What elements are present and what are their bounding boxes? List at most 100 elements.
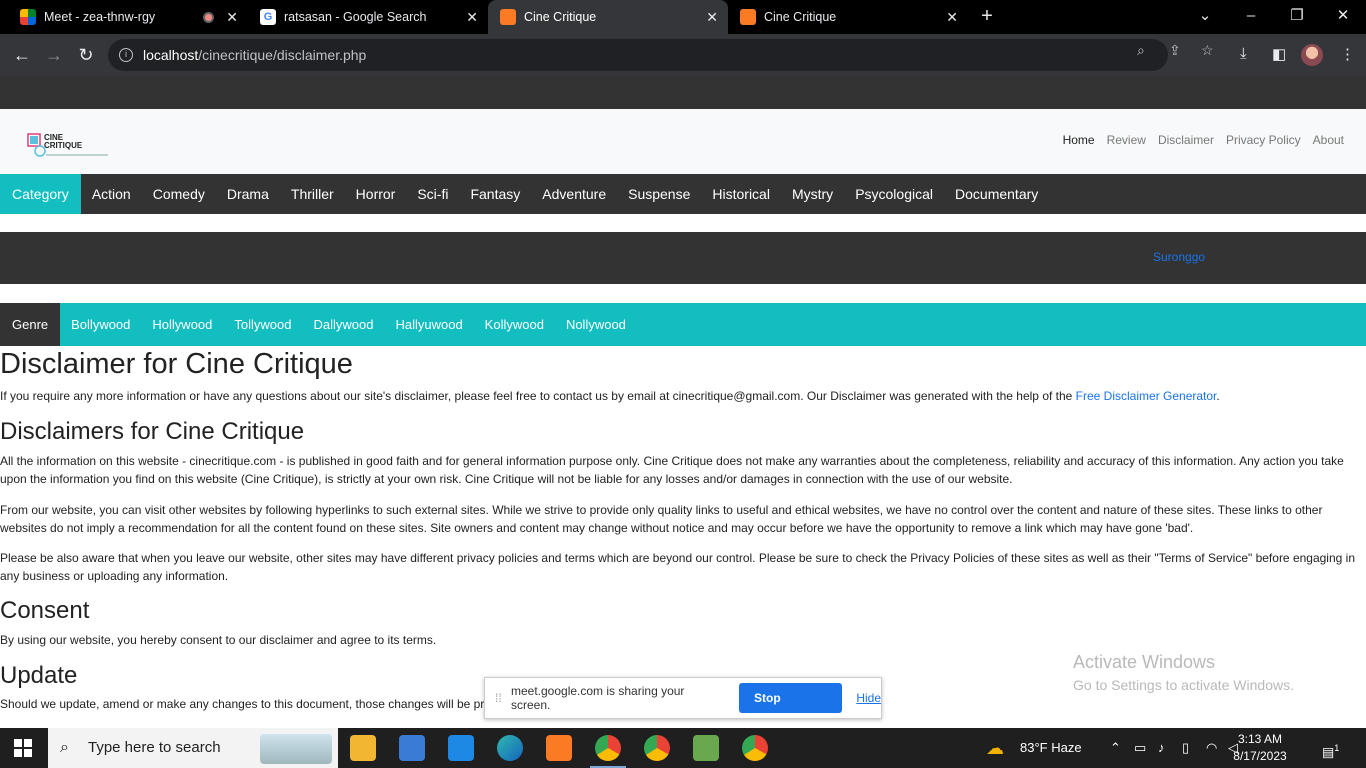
microphone-icon[interactable]: ♪ bbox=[1158, 728, 1165, 768]
file-explorer-icon[interactable] bbox=[350, 735, 376, 761]
category-horror[interactable]: Horror bbox=[345, 174, 407, 214]
tab-title: ratsasan - Google Search bbox=[284, 10, 427, 24]
clock[interactable]: 3:13 AM 8/17/2023 bbox=[1224, 731, 1296, 765]
category-suspense[interactable]: Suspense bbox=[617, 174, 701, 214]
category-scifi[interactable]: Sci-fi bbox=[406, 174, 459, 214]
nav-about[interactable]: About bbox=[1313, 133, 1344, 147]
nav-privacy-policy[interactable]: Privacy Policy bbox=[1226, 133, 1301, 147]
tab-meet[interactable]: Meet - zea-thnw-rgy ✕ bbox=[8, 0, 248, 34]
tab-cine-critique[interactable]: Cine Critique ✕ bbox=[728, 0, 968, 34]
genre-hallyuwood[interactable]: Hallyuwood bbox=[384, 303, 473, 346]
drag-handle-icon[interactable]: ⁞⁞ bbox=[495, 691, 505, 705]
genre-tollywood[interactable]: Tollywood bbox=[223, 303, 302, 346]
show-hidden-icons-icon[interactable]: ⌃ bbox=[1110, 728, 1121, 768]
genre-bollywood[interactable]: Bollywood bbox=[60, 303, 141, 346]
chrome-profile-icon[interactable] bbox=[644, 735, 670, 761]
close-tab-icon[interactable]: ✕ bbox=[706, 9, 718, 26]
bookmark-star-icon[interactable]: ☆ bbox=[1201, 42, 1214, 59]
tab-cine-critique-active[interactable]: Cine Critique ✕ bbox=[488, 0, 728, 34]
category-psycological[interactable]: Psycological bbox=[844, 174, 944, 214]
category-thriller[interactable]: Thriller bbox=[280, 174, 345, 214]
paragraph-consent: By using our website, you hereby consent… bbox=[0, 633, 437, 647]
category-historical[interactable]: Historical bbox=[701, 174, 781, 214]
genre-dallywood[interactable]: Dallywood bbox=[302, 303, 384, 346]
free-disclaimer-generator-link[interactable]: Free Disclaimer Generator bbox=[1076, 389, 1217, 403]
category-mystry[interactable]: Mystry bbox=[781, 174, 844, 214]
browser-toolbar: ← → ↻ i localhost/cinecritique/disclaime… bbox=[0, 34, 1366, 76]
side-panel-icon[interactable]: ◧ bbox=[1272, 45, 1286, 63]
address-bar[interactable]: i localhost/cinecritique/disclaimer.php bbox=[108, 39, 1168, 71]
windows-start-icon[interactable] bbox=[14, 739, 32, 757]
xampp-taskbar-icon[interactable] bbox=[546, 735, 572, 761]
mail-icon[interactable] bbox=[448, 735, 474, 761]
band-link[interactable]: Suronggo bbox=[1153, 250, 1205, 264]
weather-text[interactable]: 83°F Haze bbox=[1020, 728, 1082, 768]
share-icon[interactable]: ⇪ bbox=[1169, 42, 1181, 59]
category-adventure[interactable]: Adventure bbox=[531, 174, 617, 214]
genre-hollywood[interactable]: Hollywood bbox=[141, 303, 223, 346]
chrome-icon[interactable] bbox=[595, 735, 621, 761]
download-icon[interactable]: ⤓ bbox=[1240, 45, 1247, 62]
tab-google-search[interactable]: G ratsasan - Google Search ✕ bbox=[248, 0, 488, 34]
back-icon[interactable]: ← bbox=[9, 42, 35, 68]
spreadsheet-app-icon[interactable] bbox=[693, 735, 719, 761]
notification-icon[interactable]: ▤1 bbox=[1322, 728, 1339, 768]
nav-home[interactable]: Home bbox=[1063, 133, 1095, 147]
category-label[interactable]: Category bbox=[0, 174, 81, 214]
paragraph-good-faith: All the information on this website - ci… bbox=[0, 454, 1344, 486]
nav-review[interactable]: Review bbox=[1107, 133, 1146, 147]
category-drama[interactable]: Drama bbox=[216, 174, 280, 214]
category-fantasy[interactable]: Fantasy bbox=[459, 174, 531, 214]
watermark-title: Activate Windows bbox=[1073, 652, 1216, 672]
stop-sharing-button[interactable]: Stop sharing bbox=[739, 683, 843, 735]
genre-label[interactable]: Genre bbox=[0, 303, 61, 346]
category-nav: Category Action Comedy Drama Thriller Ho… bbox=[0, 174, 1366, 214]
url-host: localhost bbox=[143, 47, 199, 63]
battery-icon[interactable]: ▯ bbox=[1182, 728, 1189, 768]
close-tab-icon[interactable]: ✕ bbox=[226, 9, 238, 26]
edge-icon[interactable] bbox=[497, 735, 523, 761]
profile-avatar[interactable] bbox=[1301, 44, 1323, 66]
search-placeholder: Type here to search bbox=[88, 739, 221, 756]
top-nav: Home Review Disclaimer Privacy Policy Ab… bbox=[1063, 133, 1344, 147]
category-documentary[interactable]: Documentary bbox=[944, 174, 1049, 214]
section-heading-consent: Consent bbox=[0, 597, 90, 624]
minimize-button[interactable]: – bbox=[1228, 0, 1274, 34]
category-comedy[interactable]: Comedy bbox=[142, 174, 216, 214]
wifi-icon[interactable]: ◠ bbox=[1206, 728, 1217, 768]
notification-count: 1 bbox=[1334, 743, 1340, 753]
meet-tray-icon[interactable]: ▭ bbox=[1134, 728, 1146, 768]
forward-icon[interactable]: → bbox=[41, 42, 67, 68]
cine-critique-logo[interactable]: CINE CRITIQUE bbox=[26, 131, 110, 159]
restore-button[interactable]: ❐ bbox=[1274, 0, 1320, 34]
close-window-button[interactable]: ✕ bbox=[1320, 0, 1366, 34]
weather-icon[interactable]: ☁ bbox=[986, 728, 1004, 768]
site-header: CINE CRITIQUE Home Review Disclaimer Priv… bbox=[0, 109, 1366, 174]
genre-nollywood[interactable]: Nollywood bbox=[555, 303, 637, 346]
google-icon: G bbox=[260, 9, 276, 25]
new-tab-button[interactable]: + bbox=[964, 0, 1010, 34]
category-action[interactable]: Action bbox=[81, 174, 142, 214]
genre-kollywood[interactable]: Kollywood bbox=[474, 303, 555, 346]
nav-disclaimer[interactable]: Disclaimer bbox=[1158, 133, 1214, 147]
zoom-icon[interactable]: ⌕ bbox=[1137, 42, 1145, 59]
microsoft-store-icon[interactable] bbox=[399, 735, 425, 761]
clock-date: 8/17/2023 bbox=[1233, 749, 1287, 763]
tab-search-icon[interactable]: ⌄ bbox=[1182, 0, 1228, 34]
xampp-icon bbox=[500, 9, 516, 25]
intro-text: If you require any more information or h… bbox=[0, 389, 1076, 403]
hide-link[interactable]: Hide bbox=[856, 691, 881, 705]
reload-icon[interactable]: ↻ bbox=[73, 42, 99, 68]
chrome-app-icon[interactable] bbox=[742, 735, 768, 761]
search-highlight-image bbox=[260, 734, 332, 764]
section-heading-disclaimers: Disclaimers for Cine Critique bbox=[0, 418, 305, 445]
tab-title: Cine Critique bbox=[524, 10, 597, 24]
share-message: meet.google.com is sharing your screen. bbox=[511, 684, 685, 712]
banner-band: Suronggo bbox=[0, 232, 1366, 284]
taskbar-search[interactable]: ⌕ Type here to search bbox=[48, 728, 338, 768]
close-tab-icon[interactable]: ✕ bbox=[466, 9, 478, 26]
close-tab-icon[interactable]: ✕ bbox=[946, 9, 958, 26]
site-info-icon[interactable]: i bbox=[119, 48, 133, 62]
menu-dots-icon[interactable]: ⋮ bbox=[1340, 45, 1355, 63]
watermark-subtitle: Go to Settings to activate Windows. bbox=[1073, 677, 1294, 693]
